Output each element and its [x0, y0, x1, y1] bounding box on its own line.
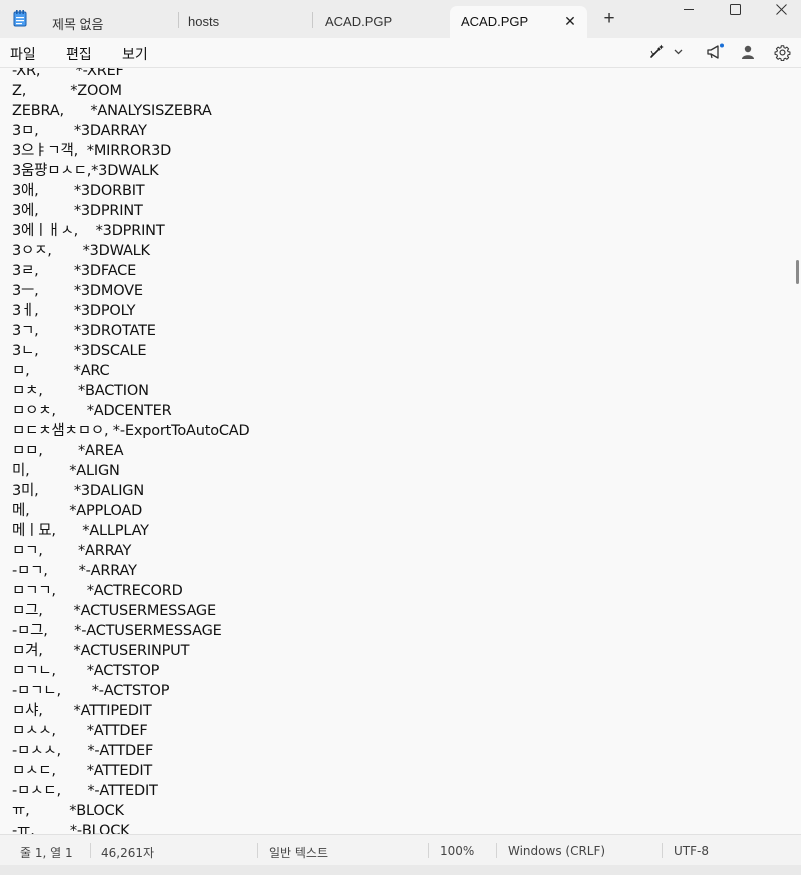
status-divider [90, 843, 91, 858]
text-line: 3ㄱ, *3DROTATE [12, 323, 156, 339]
settings-gear-icon [774, 44, 790, 61]
text-line: 3ㄴ, *3DSCALE [12, 343, 147, 359]
text-format[interactable]: 일반 텍스트 [269, 844, 328, 861]
maximize-button[interactable] [712, 0, 758, 18]
tab-label: ACAD.PGP [461, 14, 529, 29]
text-line: ㅁㅇㅊ, *ADCENTER [12, 403, 172, 419]
window-bottom-edge [0, 865, 801, 875]
text-line: -ㅁㅅㄷ, *-ATTEDIT [12, 783, 158, 799]
feedback-button[interactable] [703, 41, 727, 63]
settings-button[interactable] [771, 41, 793, 63]
text-line: ㅁㅊ, *BACTION [12, 383, 149, 399]
maximize-icon [729, 3, 741, 15]
text-line: ㅁㄷㅊ샘ㅊㅁㅇ, *-ExportToAutoCAD [12, 423, 250, 439]
tab-hosts[interactable]: hosts [174, 6, 312, 38]
copilot-rewrite-button[interactable] [645, 41, 687, 63]
text-line: 3ㅔ, *3DPOLY [12, 303, 136, 319]
text-line: 3ㄹ, *3DFACE [12, 263, 137, 279]
text-line: ㅁㅅㄷ, *ATTEDIT [12, 763, 153, 779]
text-line: -ㅁㅅㅅ, *-ATTDEF [12, 743, 154, 759]
text-line: ㅁㄱㄴ, *ACTSTOP [12, 663, 160, 679]
minimize-button[interactable] [666, 0, 712, 18]
text-line: ㅠ, *BLOCK [12, 803, 124, 819]
text-line: 미, *ALIGN [12, 463, 120, 479]
tab-acad-pgp-active[interactable]: ACAD.PGP ✕ [450, 6, 587, 38]
text-line: -ㅁ그, *-ACTUSERMESSAGE [12, 623, 222, 639]
text-line: ㅁㅅㅅ, *ATTDEF [12, 723, 148, 739]
account-icon [742, 45, 754, 59]
text-line: 메ㅣ묘, *ALLPLAY [12, 523, 149, 539]
text-line: 3미, *3DALIGN [12, 483, 144, 499]
status-divider [496, 843, 497, 858]
close-window-button[interactable] [758, 0, 801, 18]
new-tab-button[interactable]: + [599, 9, 619, 30]
tab-label: 제목 없음 [52, 17, 104, 32]
status-bar: 줄 1, 열 1 46,261자 일반 텍스트 100% Windows (CR… [0, 834, 801, 865]
text-line: 3ㅡ, *3DMOVE [12, 283, 143, 299]
status-divider [662, 843, 663, 858]
text-line: 3움퍙ㅁㅅㄷ,*3DWALK [12, 163, 159, 179]
text-line: ㅁ겨, *ACTUSERINPUT [12, 643, 190, 659]
status-divider [257, 843, 258, 858]
character-count: 46,261자 [101, 846, 155, 860]
zoom-level[interactable]: 100% [440, 844, 474, 858]
copilot-rewrite-icon [650, 44, 683, 58]
text-line: ㅁ샤, *ATTIPEDIT [12, 703, 152, 719]
megaphone-icon [707, 43, 724, 59]
vertical-scrollbar-thumb[interactable] [796, 260, 799, 284]
minimize-icon [684, 9, 694, 10]
editor-lines: -XR, *-XREF Z, *ZOOM ZEBRA, *ANALYSISZEBRA… [12, 67, 250, 834]
status-divider [428, 843, 429, 858]
close-icon [775, 3, 787, 15]
line-ending[interactable]: Windows (CRLF) [508, 844, 605, 858]
menu-file[interactable]: 파일 [10, 44, 36, 64]
text-line: -ㅠ, *-BLOCK [12, 823, 130, 834]
text-line: 3에, *3DPRINT [12, 203, 143, 219]
text-line: 3에ㅣㅐㅅ, *3DPRINT [12, 223, 165, 239]
tab-acad-pgp[interactable]: ACAD.PGP [311, 6, 449, 38]
title-tab-bar: 제목 없음 hosts ACAD.PGP ACAD.PGP ✕ + [0, 0, 801, 38]
notepad-app-icon [13, 10, 27, 27]
text-line: 3애, *3DORBIT [12, 183, 145, 199]
text-line: ㅁㅁ, *AREA [12, 443, 124, 459]
text-line: -XR, *-XREF [12, 67, 124, 79]
text-line: ㅁㄱ, *ARRAY [12, 543, 132, 559]
text-line: ㅁ그, *ACTUSERMESSAGE [12, 603, 216, 619]
text-line: ㅁ, *ARC [12, 363, 110, 379]
menu-edit[interactable]: 편집 [66, 44, 92, 64]
encoding[interactable]: UTF-8 [674, 844, 709, 858]
text-line: -ㅁㄱㄴ, *-ACTSTOP [12, 683, 170, 699]
menu-bar: 파일 편집 보기 [0, 38, 801, 67]
menu-view[interactable]: 보기 [122, 44, 148, 64]
text-line: 3ㅁ, *3DARRAY [12, 123, 147, 139]
close-tab-icon[interactable]: ✕ [561, 12, 579, 30]
tab-untitled[interactable]: 제목 없음 [38, 6, 178, 38]
text-editor[interactable]: -XR, *-XREF Z, *ZOOM ZEBRA, *ANALYSISZEBRA… [0, 67, 801, 834]
account-button[interactable] [737, 41, 759, 63]
tab-label: hosts [188, 14, 220, 29]
text-line: 3으ㅑㄱ객, *MIRROR3D [12, 143, 172, 159]
text-line: 메, *APPLOAD [12, 503, 143, 519]
tab-label: ACAD.PGP [325, 14, 393, 29]
text-line: Z, *ZOOM [12, 83, 122, 99]
cursor-position: 줄 1, 열 1 [20, 846, 73, 860]
text-line: 3ㅇㅈ, *3DWALK [12, 243, 150, 259]
text-line: -ㅁㄱ, *-ARRAY [12, 563, 137, 579]
text-line: ZEBRA, *ANALYSISZEBRA [12, 103, 212, 119]
text-line: ㅁㄱㄱ, *ACTRECORD [12, 583, 183, 599]
